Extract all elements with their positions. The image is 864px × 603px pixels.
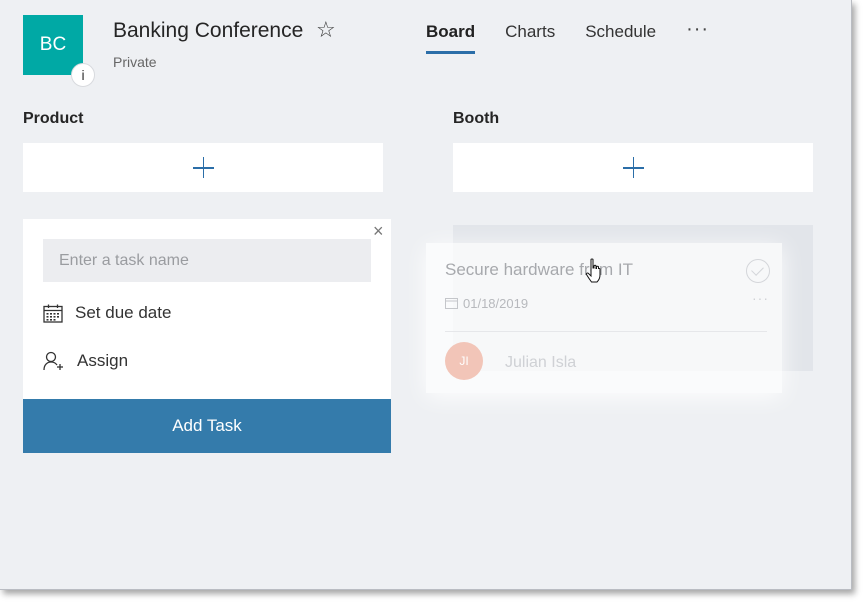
new-task-form: × Set due date (23, 219, 391, 453)
calendar-icon (445, 298, 458, 309)
dragged-task-card[interactable]: Secure hardware from IT 01/18/2019 ··· J… (426, 243, 782, 393)
plan-title: Banking Conference (113, 19, 304, 42)
plan-privacy-label: Private (113, 54, 157, 70)
drag-cursor-icon (585, 258, 601, 283)
more-options-icon[interactable]: ··· (752, 290, 769, 306)
complete-check-icon[interactable] (746, 259, 770, 283)
assign-button[interactable]: Assign (43, 351, 128, 371)
more-options-icon[interactable]: ··· (686, 18, 709, 41)
close-icon[interactable]: × (373, 221, 384, 242)
info-icon[interactable]: i (71, 63, 95, 87)
card-divider (445, 331, 767, 332)
tab-board[interactable]: Board (426, 22, 476, 54)
bucket-title-booth[interactable]: Booth (453, 110, 499, 128)
task-name-input[interactable] (43, 239, 371, 282)
plan-avatar-initials: BC (39, 34, 67, 55)
set-due-date-button[interactable]: Set due date (43, 303, 171, 323)
set-due-date-label: Set due date (75, 303, 172, 322)
tab-charts[interactable]: Charts (505, 22, 555, 51)
assignee-name: Julian Isla (505, 354, 577, 371)
add-task-bar-product[interactable] (23, 143, 383, 192)
add-task-button[interactable]: Add Task (23, 399, 391, 453)
add-task-bar-booth[interactable] (453, 143, 813, 192)
view-tabs: Board Charts Schedule ··· (426, 18, 709, 54)
task-title: Secure hardware from IT (445, 260, 634, 279)
star-icon[interactable]: ☆ (316, 17, 336, 43)
calendar-icon (43, 304, 63, 323)
assignee-avatar: JI (445, 342, 483, 380)
assign-label: Assign (77, 351, 129, 370)
tab-schedule[interactable]: Schedule (585, 22, 656, 51)
task-due-date: 01/18/2019 (463, 296, 529, 311)
app-window: BC i Banking Conference ☆ Private Board … (0, 0, 852, 590)
plus-icon (622, 157, 644, 178)
plus-icon (192, 157, 214, 178)
bucket-title-product[interactable]: Product (23, 110, 83, 128)
person-add-icon (43, 351, 63, 371)
